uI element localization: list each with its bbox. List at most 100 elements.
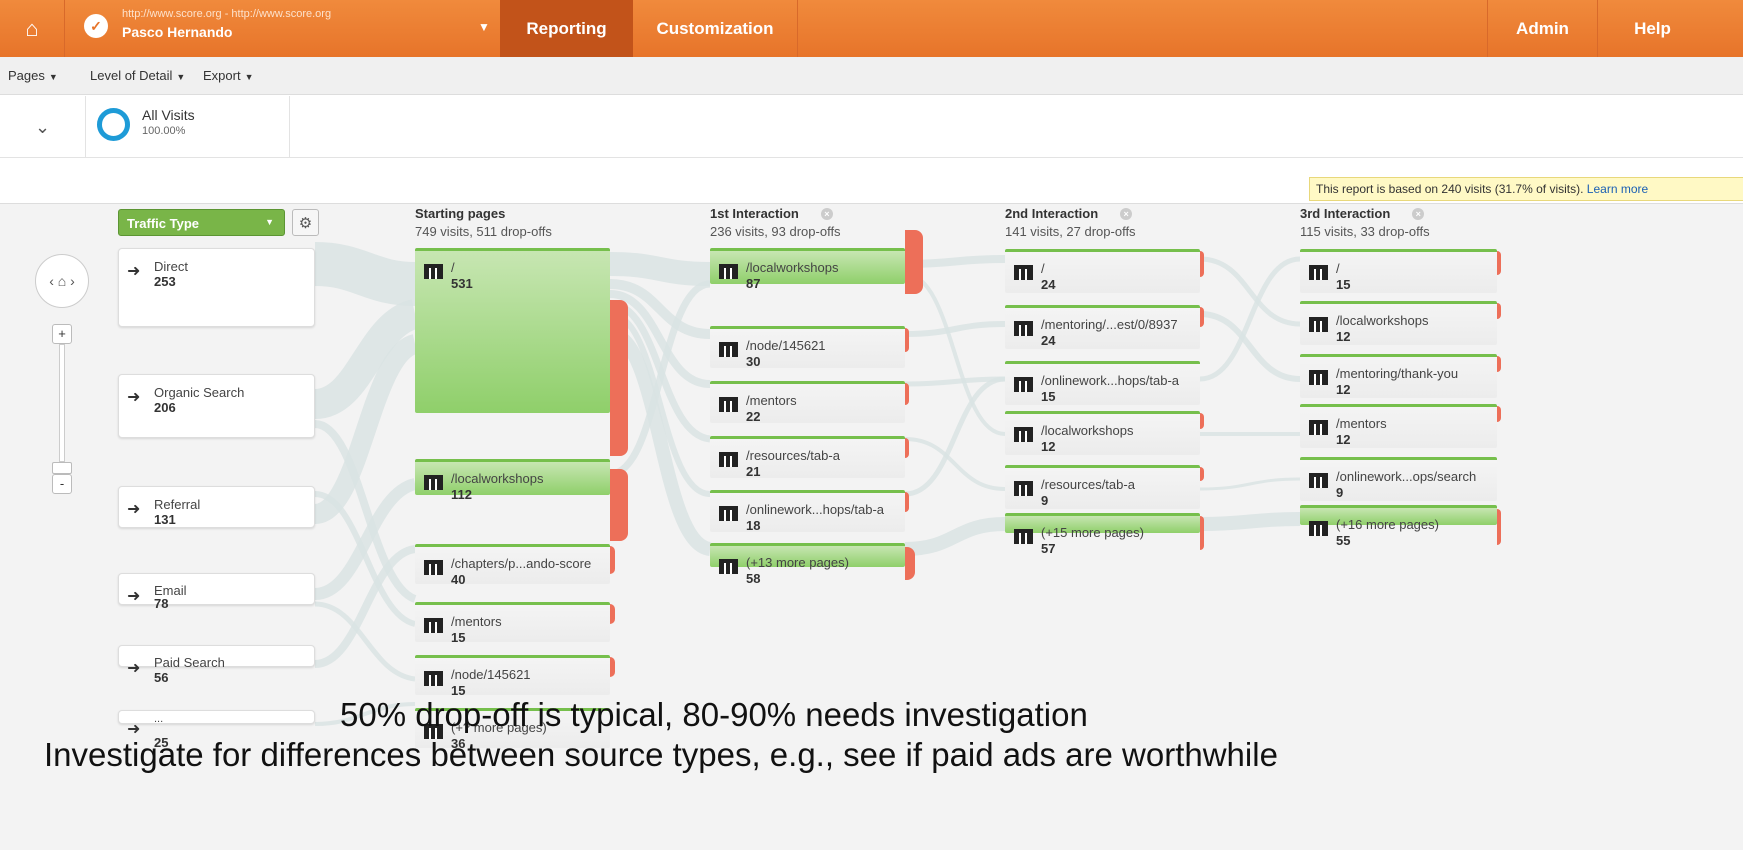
page-node[interactable]: /localworkshops 112 (415, 459, 610, 502)
tab-reporting[interactable]: Reporting (500, 0, 633, 57)
home-icon[interactable]: ⌂ (0, 0, 65, 57)
drop-off-bar[interactable] (1497, 406, 1501, 422)
page-name: /mentoring/...est/0/8937 (1041, 317, 1178, 332)
dimension-select[interactable]: Traffic Type ▼ (118, 209, 285, 236)
zoom-out-button[interactable]: - (52, 474, 72, 494)
drop-off-bar[interactable] (1497, 356, 1501, 372)
page-count: 9 (1041, 493, 1049, 508)
drop-off-bar[interactable] (1497, 303, 1501, 319)
drop-off-bar[interactable] (905, 438, 909, 458)
page-node[interactable]: /node/145621 15 (415, 655, 610, 698)
page-node[interactable]: /chapters/p...ando-score 40 (415, 544, 610, 587)
pan-control[interactable]: ‹ ⌂ › (35, 254, 89, 308)
page-node[interactable]: /mentors 15 (415, 602, 610, 645)
chevron-down-icon: ▼ (176, 72, 186, 82)
page-count: 9 (1336, 485, 1344, 500)
page-node[interactable]: /node/145621 30 (710, 326, 905, 369)
drop-off-bar[interactable] (905, 547, 915, 580)
page-icon (1014, 377, 1033, 392)
page-name: (+15 more pages) (1041, 525, 1144, 540)
page-node[interactable]: /resources/tab-a 21 (710, 436, 905, 479)
page-node[interactable]: /localworkshops 87 (710, 248, 905, 291)
drop-off-bar[interactable] (610, 300, 628, 456)
chevron-down-icon: ▼ (244, 72, 254, 82)
pages-menu-label: Pages (8, 68, 45, 83)
page-node[interactable]: (+15 more pages) 57 (1005, 513, 1200, 556)
drop-off-bar[interactable] (1200, 413, 1204, 429)
page-name: /localworkshops (1336, 313, 1429, 328)
drop-off-bar[interactable] (610, 604, 615, 624)
page-count: 57 (1041, 541, 1056, 556)
drop-off-bar[interactable] (1497, 509, 1501, 545)
page-count: 12 (1336, 329, 1351, 344)
close-icon[interactable]: × (1412, 208, 1425, 220)
tab-customization[interactable]: Customization (633, 0, 798, 57)
segment-name: All Visits (142, 107, 195, 123)
learn-more-link[interactable]: Learn more (1587, 182, 1648, 196)
page-name: /onlinework...hops/tab-a (1041, 373, 1180, 388)
source-node-email[interactable]: ➜ Email 78 (118, 573, 315, 611)
zoom-slider-handle[interactable] (52, 462, 72, 474)
page-node[interactable]: /mentoring/...est/0/8937 24 (1005, 305, 1200, 349)
close-icon[interactable]: × (1120, 208, 1133, 220)
drop-off-bar[interactable] (610, 657, 615, 677)
segment-card[interactable]: All Visits 100.00% (86, 96, 290, 158)
source-node-organic-search[interactable]: ➜ Organic Search 206 (118, 374, 315, 438)
globe-icon: ✓ (84, 14, 108, 38)
page-node[interactable]: / 531 (415, 248, 610, 413)
source-node-other[interactable]: ➜ ... 25 (118, 710, 315, 750)
drop-off-bar[interactable] (1200, 307, 1204, 327)
source-name: ... (154, 713, 164, 725)
page-node[interactable]: (+16 more pages) 55 (1300, 505, 1497, 548)
drop-off-bar[interactable] (905, 492, 909, 512)
page-name: /resources/tab-a (746, 448, 840, 463)
drop-off-bar[interactable] (610, 469, 628, 541)
page-node[interactable]: /resources/tab-a 9 (1005, 465, 1200, 509)
drop-off-bar[interactable] (1200, 467, 1204, 481)
page-node[interactable]: /mentoring/thank-you 12 (1300, 354, 1497, 398)
drop-off-bar[interactable] (610, 546, 615, 574)
page-node[interactable]: /mentors 12 (1300, 404, 1497, 448)
page-icon (719, 452, 738, 467)
zoom-slider-track[interactable] (59, 344, 65, 462)
source-node-paid-search[interactable]: ➜ Paid Search 56 (118, 645, 315, 685)
level-of-detail-menu[interactable]: Level of Detail ▼ (90, 68, 185, 83)
page-name: /mentoring/thank-you (1336, 366, 1459, 381)
source-name: Referral (154, 497, 201, 512)
drop-off-bar[interactable] (1497, 251, 1501, 275)
export-menu[interactable]: Export ▼ (203, 68, 254, 83)
source-node-referral[interactable]: ➜ Referral 131 (118, 486, 315, 528)
page-node[interactable]: /onlinework...ops/search 9 (1300, 457, 1497, 501)
page-count: 12 (1336, 432, 1351, 447)
gear-icon[interactable]: ⚙ (292, 209, 319, 236)
page-node[interactable]: /mentors 22 (710, 381, 905, 424)
pages-menu[interactable]: Pages ▼ (8, 68, 58, 83)
page-node[interactable]: / 15 (1300, 249, 1497, 293)
source-count: 131 (154, 512, 176, 527)
page-node[interactable]: /localworkshops 12 (1005, 411, 1200, 455)
tab-admin[interactable]: Admin (1487, 0, 1597, 57)
page-node[interactable]: /localworkshops 12 (1300, 301, 1497, 345)
source-node-direct[interactable]: ➜ Direct 253 (118, 248, 315, 327)
page-node[interactable]: (+13 more pages) 58 (710, 543, 905, 586)
chevron-down-icon[interactable]: ▼ (478, 20, 490, 34)
notice-text: This report is based on 240 visits (31.7… (1316, 182, 1584, 196)
account-selector[interactable]: Pasco Hernando (122, 24, 232, 40)
dimension-select-label: Traffic Type (127, 216, 200, 231)
page-icon (719, 559, 738, 574)
zoom-in-button[interactable]: + (52, 324, 72, 344)
page-count: 22 (746, 409, 761, 424)
tab-help[interactable]: Help (1597, 0, 1707, 57)
close-icon[interactable]: × (820, 208, 833, 220)
drop-off-bar[interactable] (1200, 516, 1204, 550)
page-icon (424, 560, 443, 575)
chevron-down-icon[interactable]: ⌄ (0, 96, 86, 158)
page-node[interactable]: / 24 (1005, 249, 1200, 293)
chevron-down-icon: ▼ (265, 217, 274, 227)
page-node[interactable]: /onlinework...hops/tab-a 15 (1005, 361, 1200, 405)
drop-off-bar[interactable] (1200, 251, 1204, 277)
drop-off-bar[interactable] (905, 230, 923, 294)
drop-off-bar[interactable] (905, 383, 909, 405)
drop-off-bar[interactable] (905, 328, 909, 352)
page-node[interactable]: /onlinework...hops/tab-a 18 (710, 490, 905, 533)
